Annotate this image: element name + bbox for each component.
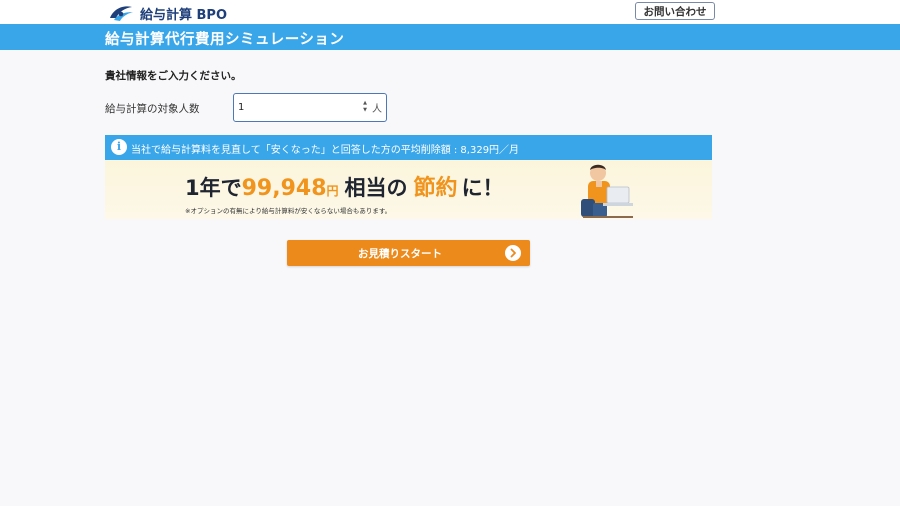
form-intro-text: 貴社情報をご入力ください。 [105,70,242,82]
headline-highlight: 節約 [413,176,458,201]
number-stepper[interactable]: ▲ ▼ [361,101,369,113]
person-with-laptop-illustration [581,164,633,218]
start-estimate-button[interactable]: お見積りスタート [287,240,530,266]
headline-mid: 相当の [344,176,408,200]
yen-unit: 円 [326,184,339,198]
info-text: 当社で給与計算料を見直して「安くなった」と回答した方の平均削除額 : 8,329… [131,145,520,156]
site-logo[interactable]: 給与計算 BPO [108,3,227,23]
headline-suffix: に！ [461,176,504,200]
info-icon: i [111,139,127,155]
savings-banner: 1年で 99,948 円 相当の 節約 に！ ※オプションの有無により給与計算料… [105,160,712,219]
stepper-down-icon[interactable]: ▼ [361,108,369,113]
count-unit: 人 [372,104,382,115]
logo-text: 給与計算 BPO [140,7,228,23]
info-bar: i 当社で給与計算料を見直して「安くなった」と回答した方の平均削除額 : 8,3… [105,135,712,160]
top-header: 給与計算 BPO お問い合わせ [0,0,900,24]
banner-footnote: ※オプションの有無により給与計算料が安くならない場合もあります。 [185,207,392,215]
contact-button[interactable]: お問い合わせ [635,2,715,20]
employee-count-input[interactable] [238,100,348,114]
employee-count-field[interactable]: ▲ ▼ 人 [233,93,387,122]
page-title: 給与計算代行費用シミュレーション [105,32,345,48]
savings-headline: 1年で 99,948 円 相当の 節約 に！ [185,170,504,202]
title-bar: 給与計算代行費用シミュレーション [0,24,900,50]
stepper-up-icon[interactable]: ▲ [361,101,369,106]
headline-prefix: 1年で [185,176,242,200]
savings-amount: 99,948 [241,176,327,201]
employee-count-label: 給与計算の対象人数 [105,103,200,115]
chevron-right-icon [505,245,521,261]
logo-swoosh-icon [110,6,133,21]
start-estimate-label: お見積りスタート [358,248,442,260]
